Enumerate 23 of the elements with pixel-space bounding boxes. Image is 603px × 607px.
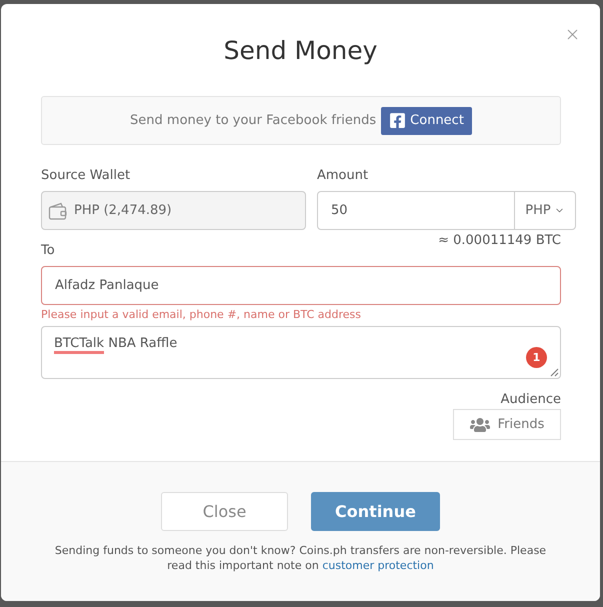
message-field[interactable]: BTCTalk NBA Raffle 1 bbox=[41, 326, 561, 379]
field-label: Amount bbox=[317, 167, 368, 185]
conversion-text: ≈ 0.00011149 BTC bbox=[438, 232, 561, 250]
error-message: Please input a valid email, phone #, name or BTC address bbox=[41, 307, 361, 323]
resize-handle-icon[interactable] bbox=[550, 368, 559, 377]
amount-input[interactable]: 50 bbox=[317, 191, 515, 230]
connect-button[interactable]: Connect bbox=[381, 106, 472, 134]
secondary-button[interactable]: Close bbox=[161, 492, 288, 531]
field-label: Source Wallet bbox=[41, 167, 130, 185]
wallet-field: PHP (2,474.89) bbox=[41, 191, 306, 230]
facebook-icon bbox=[389, 112, 406, 129]
recipient-input[interactable]: Alfadz Panlaque bbox=[41, 266, 561, 305]
primary-button[interactable]: Continue bbox=[311, 492, 440, 531]
disclaimer-text: Sending funds to someone you don't know? Coins.ph transfers are non-reversible. Please read this important note on customer protection bbox=[54, 543, 548, 573]
customer-protection-link[interactable]: customer protection bbox=[322, 559, 434, 572]
dialog-title: Send Money bbox=[224, 35, 378, 67]
wallet-icon bbox=[48, 200, 68, 220]
audience-button[interactable]: Friends bbox=[453, 409, 561, 440]
issue-count-badge[interactable]: 1 bbox=[526, 347, 547, 368]
banner-text: Send money to your Facebook friends bbox=[130, 113, 376, 128]
field-label: To bbox=[41, 242, 55, 260]
audience-label: Audience bbox=[500, 391, 561, 409]
currency-select[interactable]: PHP bbox=[515, 191, 576, 230]
